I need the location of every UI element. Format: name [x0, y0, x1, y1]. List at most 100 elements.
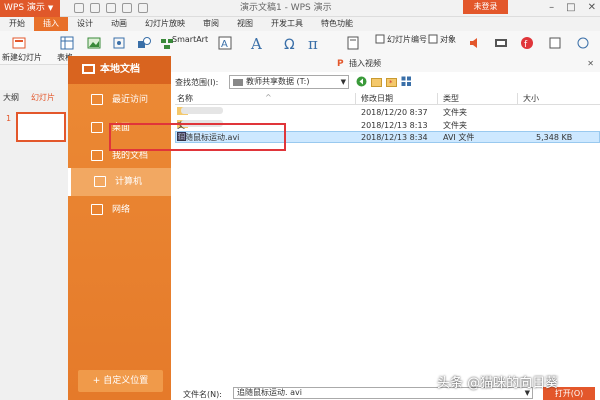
- header-footer-icon[interactable]: [346, 36, 360, 50]
- nav-recent[interactable]: 最近访问: [68, 86, 171, 114]
- column-divider[interactable]: [517, 93, 518, 105]
- chevron-down-icon: ▼: [47, 4, 54, 12]
- open-file-icon[interactable]: [90, 3, 100, 13]
- dialog-title: 插入视频: [349, 59, 381, 68]
- tab-insert[interactable]: 插入: [34, 17, 68, 31]
- window-title: 演示文稿1 - WPS 演示: [240, 3, 332, 13]
- nav-label: 计算机: [115, 177, 143, 187]
- tab-review[interactable]: 审阅: [194, 17, 228, 31]
- sidebar-title-label: 本地文档: [100, 64, 140, 75]
- svg-text:Ω: Ω: [284, 37, 295, 50]
- object-icon[interactable]: [428, 34, 438, 44]
- svg-text:π: π: [308, 36, 318, 50]
- filename-value: 追随鼠标运动. avi: [237, 388, 302, 397]
- new-folder-icon[interactable]: *: [386, 76, 397, 87]
- new-file-icon[interactable]: [74, 3, 84, 13]
- tab-features[interactable]: 特色功能: [312, 17, 362, 31]
- nav-label: 最近访问: [112, 95, 149, 105]
- equation-icon[interactable]: π: [308, 36, 322, 50]
- picture-icon[interactable]: [87, 36, 101, 50]
- slide-number-button[interactable]: 幻灯片编号: [387, 34, 427, 45]
- look-in-select[interactable]: 教师共享数据 (T:) ▼: [229, 75, 349, 89]
- nav-network[interactable]: 网络: [68, 196, 171, 224]
- up-folder-icon[interactable]: [371, 76, 382, 87]
- column-modified[interactable]: 修改日期: [361, 93, 393, 104]
- column-name[interactable]: 名称: [177, 93, 193, 104]
- close-icon[interactable]: ✕: [588, 0, 596, 15]
- ribbon-tabs: 开始 插入 设计 动画 幻灯片放映 审阅 视图 开发工具 特色功能: [0, 17, 600, 31]
- redacted-name: [181, 107, 223, 114]
- back-icon[interactable]: [356, 76, 367, 87]
- wordart-icon[interactable]: A: [250, 36, 264, 50]
- svg-text:*: *: [389, 79, 393, 87]
- undo-icon[interactable]: [138, 3, 148, 13]
- attachment-icon[interactable]: [548, 36, 562, 50]
- filename-label: 文件名(N):: [183, 390, 222, 399]
- flash-icon[interactable]: f: [520, 36, 534, 50]
- audio-icon[interactable]: [468, 36, 482, 50]
- new-slide-icon[interactable]: [12, 36, 26, 50]
- slide-number-icon[interactable]: [375, 34, 385, 44]
- tab-developer[interactable]: 开发工具: [262, 17, 312, 31]
- slide-pane-tabs: 大纲 幻灯片: [0, 92, 55, 103]
- hyperlink-icon[interactable]: [576, 36, 590, 50]
- app-name: WPS 演示: [4, 3, 45, 13]
- folder-icon: [91, 150, 103, 161]
- new-slide-button[interactable]: 新建幻灯片: [2, 52, 42, 63]
- look-in-value: 教师共享数据 (T:): [246, 77, 310, 86]
- quick-access-toolbar: [74, 3, 148, 14]
- screenshot-icon[interactable]: [112, 36, 126, 50]
- tab-animation[interactable]: 动画: [102, 17, 136, 31]
- close-icon[interactable]: ✕: [587, 56, 594, 72]
- tab-design[interactable]: 设计: [68, 17, 102, 31]
- symbol-icon[interactable]: Ω: [284, 36, 298, 50]
- wps-logo-icon: P: [337, 59, 344, 69]
- nav-label: 我的文档: [112, 151, 149, 161]
- highlight-box: [109, 123, 286, 151]
- desktop-icon: [91, 122, 103, 133]
- file-modified: 2018/12/13 8:34: [361, 133, 428, 142]
- custom-location-button[interactable]: + 自定义位置: [78, 370, 163, 392]
- view-menu-icon[interactable]: [401, 76, 412, 87]
- slide-number: 1: [6, 114, 12, 123]
- file-size: 5,348 KB: [536, 133, 573, 142]
- file-row[interactable]: 2018/12/20 8:37 文件夹: [175, 107, 600, 119]
- clock-icon: [91, 94, 103, 105]
- table-icon[interactable]: [60, 36, 74, 50]
- tab-slideshow[interactable]: 幻灯片放映: [136, 17, 194, 31]
- tab-outline[interactable]: 大纲: [3, 92, 19, 103]
- minimize-icon[interactable]: –: [549, 0, 554, 15]
- column-type[interactable]: 类型: [443, 93, 459, 104]
- app-menu-button[interactable]: WPS 演示 ▼: [0, 0, 60, 17]
- look-in-row: 查找范围(I): 教师共享数据 (T:) ▼ *: [171, 73, 600, 91]
- column-size[interactable]: 大小: [523, 93, 539, 104]
- tab-slides[interactable]: 幻灯片: [31, 92, 55, 103]
- object-button[interactable]: 对象: [440, 34, 456, 45]
- watermark: 头条 @猫咪的向日葵: [437, 376, 559, 391]
- monitor-icon: [82, 64, 95, 74]
- sort-arrow-icon: ^: [265, 93, 272, 102]
- file-type: 文件夹: [443, 108, 467, 117]
- maximize-icon[interactable]: □: [566, 0, 575, 15]
- column-divider[interactable]: [355, 93, 356, 105]
- window-controls: – □ ✕: [549, 0, 596, 15]
- file-type: AVI 文件: [443, 133, 475, 142]
- textbox-icon[interactable]: A: [218, 36, 232, 50]
- tab-view[interactable]: 视图: [228, 17, 262, 31]
- chevron-down-icon: ▼: [340, 78, 346, 86]
- slide-thumbnail[interactable]: [16, 112, 66, 142]
- save-icon[interactable]: [106, 3, 116, 13]
- tab-home[interactable]: 开始: [0, 17, 34, 31]
- nav-computer[interactable]: 计算机: [68, 168, 171, 196]
- file-browser: P 插入视频 ✕ 查找范围(I): 教师共享数据 (T:) ▼ * 名称 ^ 修…: [171, 56, 600, 400]
- print-icon[interactable]: [122, 3, 132, 13]
- title-bar: WPS 演示 ▼ 演示文稿1 - WPS 演示 未登录 – □ ✕: [0, 0, 600, 17]
- dialog-titlebar: P 插入视频 ✕: [171, 56, 600, 72]
- network-icon: [91, 204, 103, 215]
- video-icon[interactable]: [494, 36, 508, 50]
- login-button[interactable]: 未登录: [463, 0, 508, 14]
- smartart-button[interactable]: SmartArt: [172, 35, 208, 44]
- shapes-icon[interactable]: [137, 36, 151, 50]
- column-divider[interactable]: [437, 93, 438, 105]
- drive-icon: [233, 79, 243, 86]
